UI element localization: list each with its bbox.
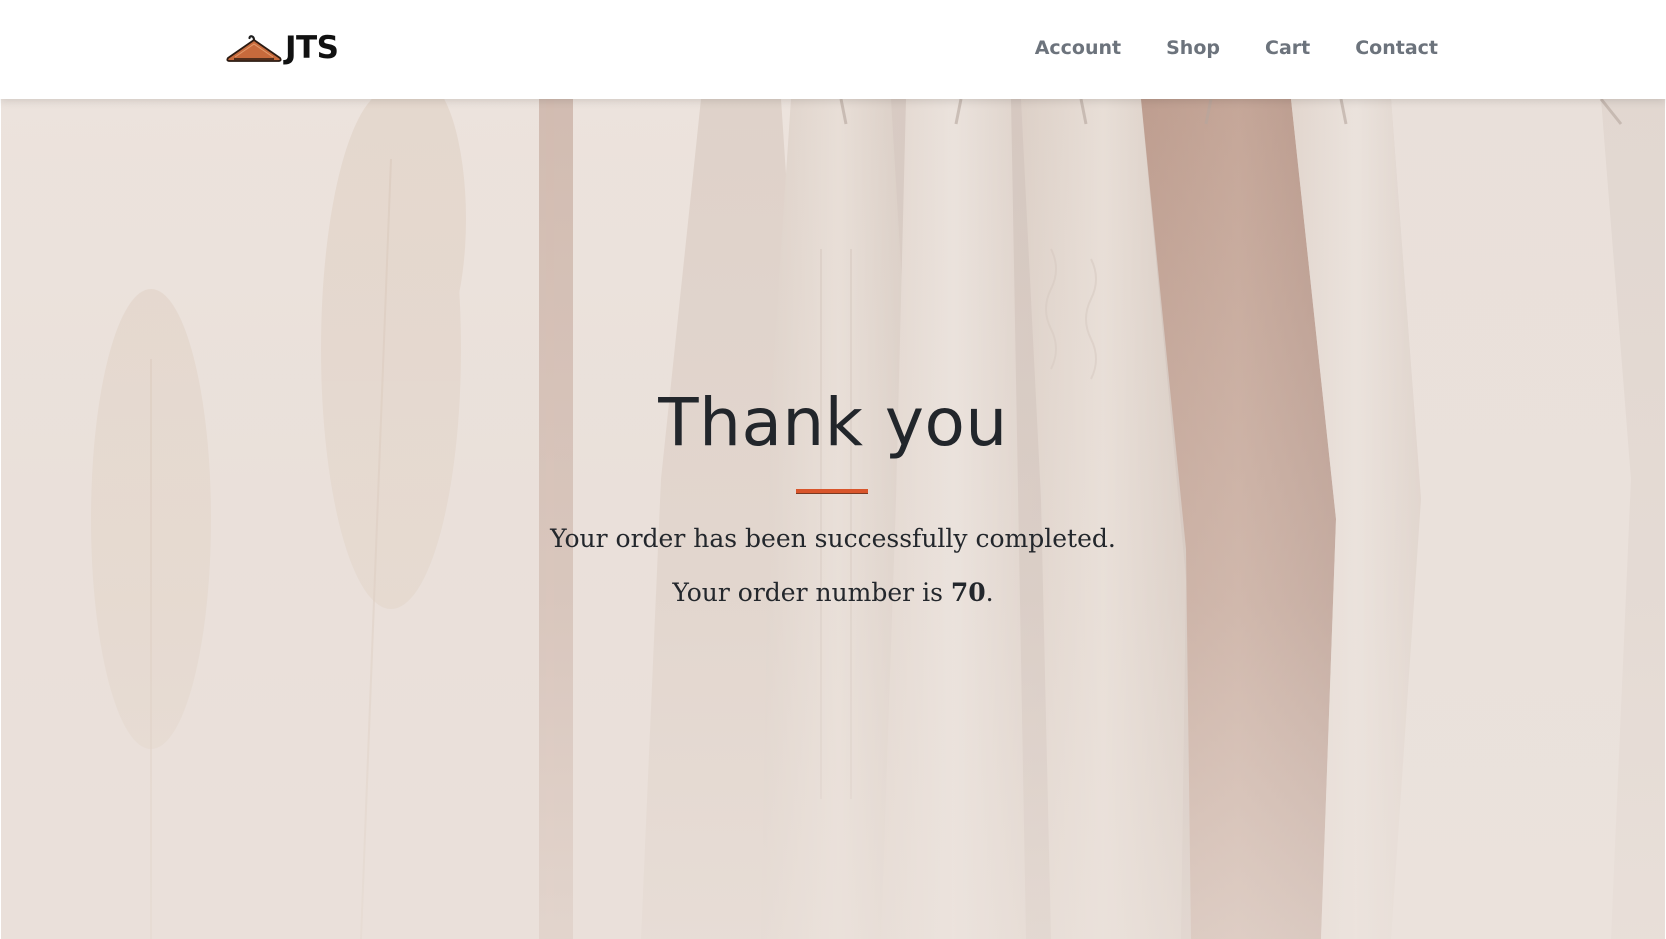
nav-shop[interactable]: Shop — [1166, 34, 1220, 62]
order-complete-message: Your order has been successfully complet… — [550, 524, 1116, 553]
nav-contact[interactable]: Contact — [1355, 34, 1438, 62]
hero-section: Thank you Your order has been successful… — [1, 99, 1665, 939]
hanger-icon — [226, 35, 282, 62]
brand-logo-link[interactable]: JTS — [225, 28, 339, 68]
nav-cart[interactable]: Cart — [1265, 34, 1310, 62]
main-nav: Account Shop Cart Contact — [1035, 34, 1438, 62]
order-number: 70 — [950, 578, 986, 607]
title-divider — [796, 489, 868, 494]
order-number-prefix: Your order number is — [672, 578, 951, 607]
nav-account[interactable]: Account — [1035, 34, 1121, 62]
brand-name: JTS — [285, 30, 339, 66]
top-navbar: JTS Account Shop Cart Contact — [0, 0, 1666, 99]
hero-overlay — [1, 99, 1665, 939]
page-title: Thank you — [658, 384, 1008, 461]
order-number-message: Your order number is 70. — [1, 576, 1665, 610]
order-number-suffix: . — [985, 578, 994, 607]
